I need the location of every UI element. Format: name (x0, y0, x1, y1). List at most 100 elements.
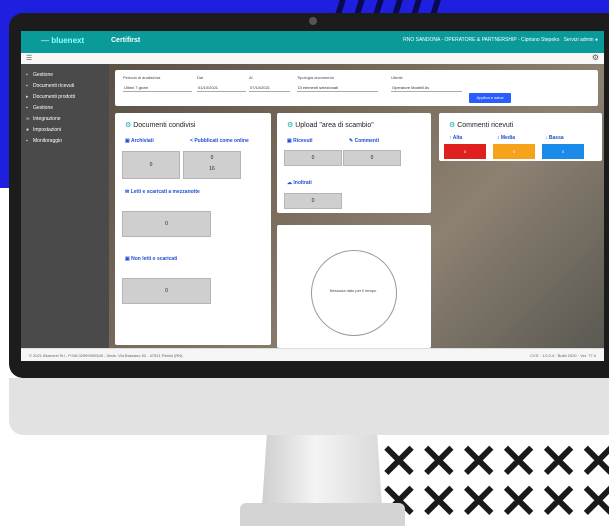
pubblicati-link[interactable]: < Pubblicati come online (190, 138, 250, 145)
logo-prefix: — (41, 36, 49, 45)
app-topbar: — bluenext Certifirst RNO SANDONA - OPER… (21, 31, 604, 53)
link-label: Media (500, 135, 516, 141)
link-label: Bassa (548, 135, 564, 141)
apply-button[interactable]: Applica e salva (469, 93, 511, 103)
ricevuti-link[interactable]: ▣ Ricevuti (287, 138, 313, 145)
arrow-up-icon: ↑ (449, 135, 452, 141)
al-date-input[interactable]: 07/10/2021 (249, 84, 290, 92)
alta-tile[interactable]: 0 (444, 144, 486, 159)
dal-date-input[interactable]: 01/10/2021 (197, 84, 246, 92)
utente-select[interactable]: Operatore Modelli Av (391, 84, 462, 92)
sidebar-item-documenti-ricevuti[interactable]: ▪ Documenti ricevuti (21, 81, 109, 92)
link-label: Inoltrati (293, 180, 312, 186)
arrow-down-icon: ↓ (545, 135, 548, 141)
bassa-link[interactable]: ↓ Bassa (545, 135, 564, 142)
link-label: Non letti o scaricati (131, 256, 178, 262)
settings-icon: ▪ (26, 105, 28, 111)
hamburger-menu-icon[interactable]: ☰ (26, 54, 32, 62)
home-icon: ▪ (26, 72, 28, 78)
sidebar-item-gestione-2[interactable]: ▪ Gestione (21, 103, 109, 114)
link-label: Archiviati (130, 138, 154, 144)
sidebar-item-label: Impostazioni (33, 127, 62, 133)
sidebar-item-impostazioni[interactable]: ● Impostazioni (21, 125, 109, 136)
dal-label: Dal (197, 75, 204, 80)
inbox-icon: ▪ (26, 83, 28, 89)
sidebar-item-integrazione[interactable]: ∞ Integrazione (21, 114, 109, 125)
sidebar-item-label: Integrazione (33, 116, 61, 122)
chart-icon: ▪ (26, 138, 28, 144)
main-content: Periodo di analisi/ora Ultimi 7 giorni D… (109, 64, 604, 348)
utente-label: Utente (391, 75, 403, 80)
bassa-tile[interactable]: 0 (542, 144, 584, 159)
status-right: CVS · 1.0.0.4 · Build 2020 · Ver. 77.0 (530, 353, 596, 358)
gear-icon: ⚙ (449, 122, 456, 129)
forward-icon: ☁ (287, 180, 292, 186)
sidebar-item-label: Gestione (33, 72, 54, 78)
settings-icon[interactable]: ⚙ (592, 53, 599, 62)
header-context[interactable]: RNO SANDONA - OPERATORE & PARTNERSHIP - … (403, 37, 559, 43)
tipo-select[interactable]: Di elementi selezionati (297, 84, 378, 92)
user-icon[interactable]: ● (595, 37, 598, 43)
card-title: ⚙ Documenti condivisi (125, 121, 195, 129)
inoltrati-tile[interactable]: 0 (284, 193, 342, 209)
pubblicati-sub: 16 (209, 166, 215, 172)
decor-cross-pattern-bottom-row2: ×××××× (378, 470, 609, 528)
link-label: Ricevuti (293, 138, 313, 144)
header-user[interactable]: Servizi admin (564, 37, 594, 43)
sidebar-item-label: Documenti prodotti (33, 94, 75, 100)
document-icon: ▣ (125, 256, 130, 262)
link-label: Alta (452, 135, 463, 141)
media-link[interactable]: ↕ Media (497, 135, 515, 142)
archiviati-tile[interactable]: 0 (122, 151, 180, 179)
non-letti-tile[interactable]: 0 (122, 278, 211, 304)
comment-icon: ✎ (349, 138, 354, 144)
letti-tile[interactable]: 0 (122, 211, 211, 237)
empty-chart-text: Nessuna dato per il tempo (329, 288, 377, 293)
letti-link[interactable]: ✉ Letti e scaricati a mezzanotte (125, 189, 215, 196)
card-upload-area: ⚙ Upload "area di scambio" ▣ Ricevuti 0 … (277, 113, 431, 213)
sidebar-item-gestione[interactable]: ▪ Gestione (21, 70, 109, 81)
app-title: Certifirst (111, 37, 141, 44)
arrow-right-icon: ↕ (497, 135, 500, 141)
period-select[interactable]: Ultimi 7 giorni (123, 84, 192, 92)
card-title: ⚙ Commenti ricevuti (449, 121, 513, 129)
share-icon: < (190, 138, 193, 144)
alta-link[interactable]: ↑ Alta (449, 135, 462, 142)
sidebar-item-monitoraggio[interactable]: ▪ Monitoraggio (21, 136, 109, 147)
gear-icon: ⚙ (287, 122, 294, 129)
sidebar: ▪ Gestione ▪ Documenti ricevuti ▸ Documenti… (21, 64, 109, 348)
sidebar-item-label: Documenti ricevuti (33, 83, 75, 89)
sidebar-item-label: Monitoraggio (33, 138, 62, 144)
monitor-stand-neck (262, 435, 382, 507)
period-label: Periodo di analisi/ora (123, 75, 161, 80)
media-tile[interactable]: 0 (493, 144, 535, 159)
card-title: ⚙ Upload "area di scambio" (287, 121, 374, 129)
monitor-camera (309, 17, 317, 25)
app-logo[interactable]: — bluenext (41, 36, 84, 45)
archiviati-link[interactable]: ▣ Archiviati (125, 138, 154, 145)
card-title-text: Upload "area di scambio" (295, 122, 374, 129)
app-screen: — bluenext Certifirst RNO SANDONA - OPER… (21, 31, 604, 361)
gear-icon: ⚙ (125, 122, 132, 129)
link-label: Letti e scaricati a mezzanotte (130, 189, 200, 195)
commenti-link[interactable]: ✎ Commenti (349, 138, 379, 145)
header-right: RNO SANDONA - OPERATORE & PARTNERSHIP - … (403, 37, 598, 43)
card-commenti-ricevuti: ⚙ Commenti ricevuti ↑ Alta ↕ Media ↓ Bas… (439, 113, 602, 161)
link-icon: ∞ (26, 116, 30, 122)
empty-donut-chart (311, 250, 397, 336)
inoltrati-link[interactable]: ☁ Inoltrati (287, 180, 312, 187)
monitor-chin (9, 378, 609, 435)
pubblicati-tile[interactable]: 0 16 (183, 151, 241, 179)
filter-panel: Periodo di analisi/ora Ultimi 7 giorni D… (115, 70, 598, 106)
status-left: © 2021 Bluenext Srl - P.IVA 02999990345 … (29, 353, 183, 358)
link-label: Commenti (354, 138, 380, 144)
ricevuti-tile[interactable]: 0 (284, 150, 342, 166)
commenti-tile[interactable]: 0 (343, 150, 401, 166)
sidebar-item-documenti-prodotti[interactable]: ▸ Documenti prodotti (21, 92, 109, 103)
card-title-text: Commenti ricevuti (457, 122, 514, 129)
non-letti-link[interactable]: ▣ Non letti o scaricati (125, 256, 177, 263)
archive-icon: ▣ (125, 138, 130, 144)
send-icon: ▸ (26, 94, 29, 100)
card-documenti-condivisi: ⚙ Documenti condivisi ▣ Archiviati 0 < P… (115, 113, 271, 345)
card-empty-chart: Nessuna dato per il tempo (277, 225, 431, 348)
